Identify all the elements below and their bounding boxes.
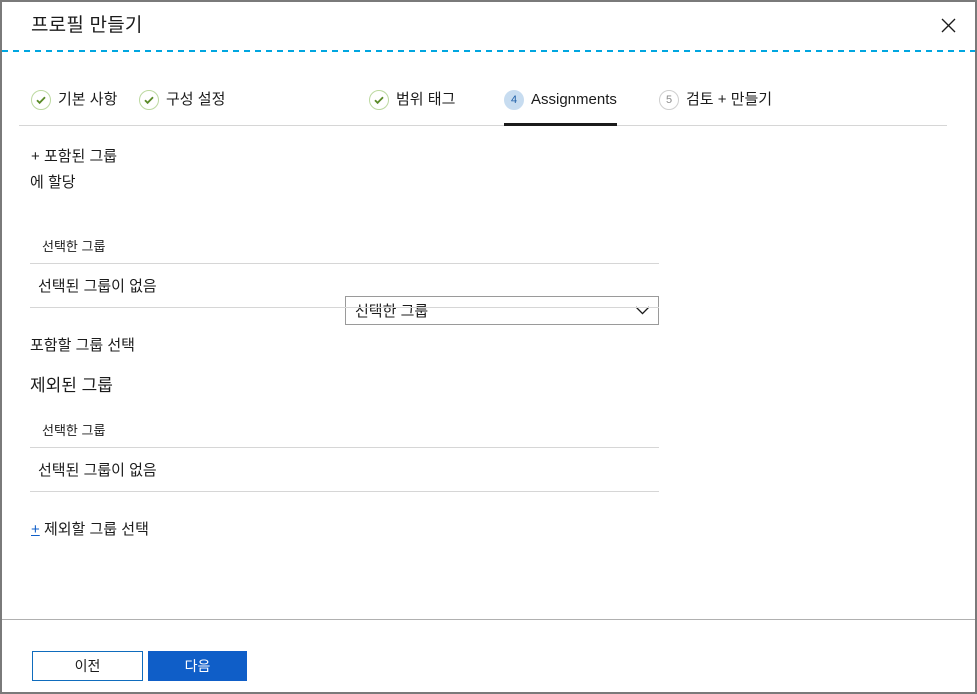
assignments-panel: + 포함된 그룹 에 할당 선택한 그룹 선택한 그룹 선택된 그룹이 없음 포…	[2, 126, 975, 619]
included-groups-table: 선택한 그룹 선택된 그룹이 없음	[30, 227, 659, 308]
step-scope-tags[interactable]: 범위 태그	[369, 84, 455, 126]
close-button[interactable]	[929, 6, 967, 44]
plus-icon: +	[31, 148, 40, 165]
step-assignments-label: Assignments	[531, 91, 617, 108]
select-groups-to-exclude-label: 제외할 그룹 선택	[43, 521, 149, 538]
select-groups-to-include-link[interactable]: 포함할 그룹 선택	[30, 334, 135, 355]
included-groups-table-header: 선택한 그룹	[30, 227, 659, 264]
step-basics-label: 기본 사항	[58, 91, 118, 108]
close-icon	[941, 18, 955, 32]
table-row: 선택된 그룹이 없음	[30, 448, 659, 492]
previous-button[interactable]: 이전	[32, 651, 143, 681]
check-circle-icon	[369, 90, 389, 110]
excluded-groups-heading: 제외된 그룹	[30, 376, 113, 395]
check-circle-icon	[139, 90, 159, 110]
step-review-create[interactable]: 5 검토 + 만들기	[659, 84, 772, 126]
page-title: 프로필 만들기	[31, 15, 143, 36]
excluded-groups-table-header: 선택한 그룹	[30, 411, 659, 448]
table-row: 선택된 그룹이 없음	[30, 264, 659, 308]
select-groups-to-exclude-link[interactable]: + 제외할 그룹 선택	[31, 518, 149, 539]
next-button[interactable]: 다음	[148, 651, 247, 681]
step-number-badge: 5	[659, 90, 679, 110]
create-profile-dialog: 프로필 만들기 기본 사항 구성 설정 범위 태그 4 Assignments …	[0, 0, 977, 694]
plus-icon: +	[31, 521, 40, 538]
dialog-footer: 이전 다음	[2, 619, 975, 692]
excluded-groups-table: 선택한 그룹 선택된 그룹이 없음	[30, 411, 659, 492]
check-circle-icon	[31, 90, 51, 110]
included-groups-link-label: 포함된 그룹	[43, 148, 118, 165]
step-number-badge: 4	[504, 90, 524, 110]
step-scope-tags-label: 범위 태그	[396, 91, 456, 108]
step-configuration-settings-label: 구성 설정	[166, 91, 226, 108]
step-review-create-label: 검토 + 만들기	[686, 91, 773, 108]
step-basics[interactable]: 기본 사항	[31, 84, 117, 126]
included-groups-link[interactable]: + 포함된 그룹	[31, 145, 117, 166]
dialog-titlebar: 프로필 만들기	[2, 2, 975, 49]
assign-to-label: 에 할당	[30, 174, 76, 191]
wizard-step-bar: 기본 사항 구성 설정 범위 태그 4 Assignments 5 검토 + 만…	[19, 84, 947, 126]
step-assignments[interactable]: 4 Assignments	[504, 84, 617, 126]
step-configuration-settings[interactable]: 구성 설정	[139, 84, 225, 126]
title-separator	[2, 50, 975, 52]
